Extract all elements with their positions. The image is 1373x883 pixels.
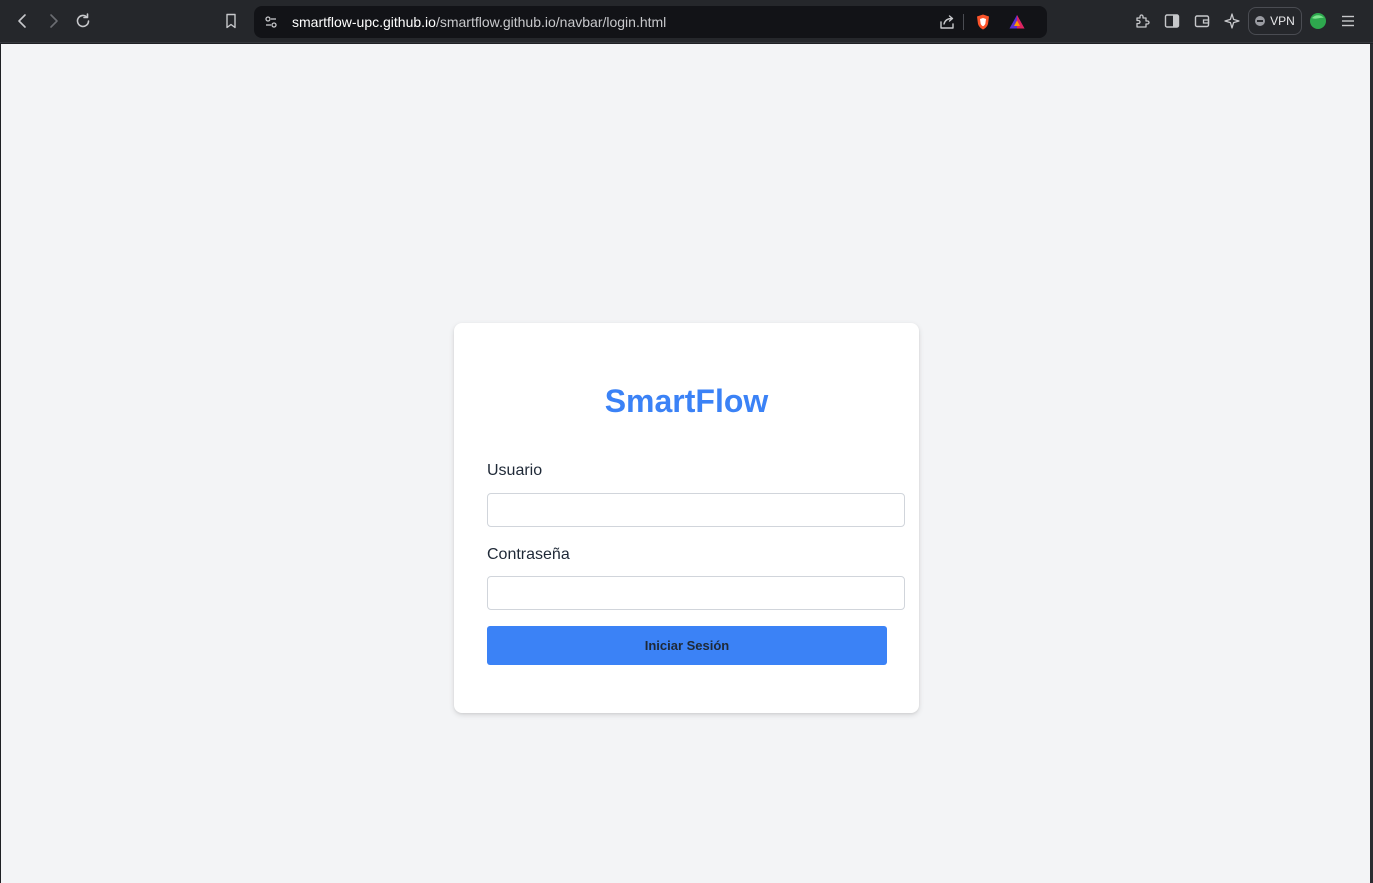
back-icon[interactable] (12, 10, 34, 32)
brave-rewards-icon[interactable] (1006, 11, 1028, 33)
password-input[interactable] (487, 576, 905, 610)
url-path: /smartflow.github.io/navbar/login.html (435, 14, 667, 30)
share-icon[interactable] (936, 11, 958, 33)
brand-title: SmartFlow (604, 383, 769, 419)
login-button[interactable]: Iniciar Sesión (487, 626, 887, 665)
login-card: SmartFlow Usuario Contraseña Iniciar Ses… (454, 323, 919, 713)
vpn-label: VPN (1270, 14, 1295, 28)
page-viewport: SmartFlow Usuario Contraseña Iniciar Ses… (1, 44, 1370, 883)
url-text[interactable]: smartflow-upc.github.io/smartflow.github… (292, 14, 666, 30)
leo-ai-icon[interactable] (1221, 10, 1243, 32)
bookmark-icon[interactable] (220, 10, 242, 32)
username-label: Usuario (487, 462, 543, 479)
username-input[interactable] (487, 493, 905, 527)
site-settings-icon[interactable] (260, 11, 282, 33)
urlbar-divider (963, 14, 964, 30)
forward-icon[interactable] (42, 10, 64, 32)
password-label: Contraseña (487, 546, 570, 563)
url-host: smartflow-upc.github.io (292, 14, 436, 30)
reload-icon[interactable] (72, 10, 94, 32)
brave-shields-icon[interactable] (972, 11, 994, 33)
sidebar-icon[interactable] (1161, 10, 1183, 32)
extensions-icon[interactable] (1131, 10, 1153, 32)
menu-icon[interactable] (1337, 10, 1359, 32)
vpn-status-icon (1255, 16, 1266, 26)
profile-icon[interactable] (1307, 10, 1329, 32)
vpn-button[interactable]: VPN (1248, 7, 1302, 35)
address-bar[interactable]: smartflow-upc.github.io/smartflow.github… (254, 6, 1047, 38)
browser-toolbar: smartflow-upc.github.io/smartflow.github… (0, 0, 1373, 43)
wallet-icon[interactable] (1191, 10, 1213, 32)
